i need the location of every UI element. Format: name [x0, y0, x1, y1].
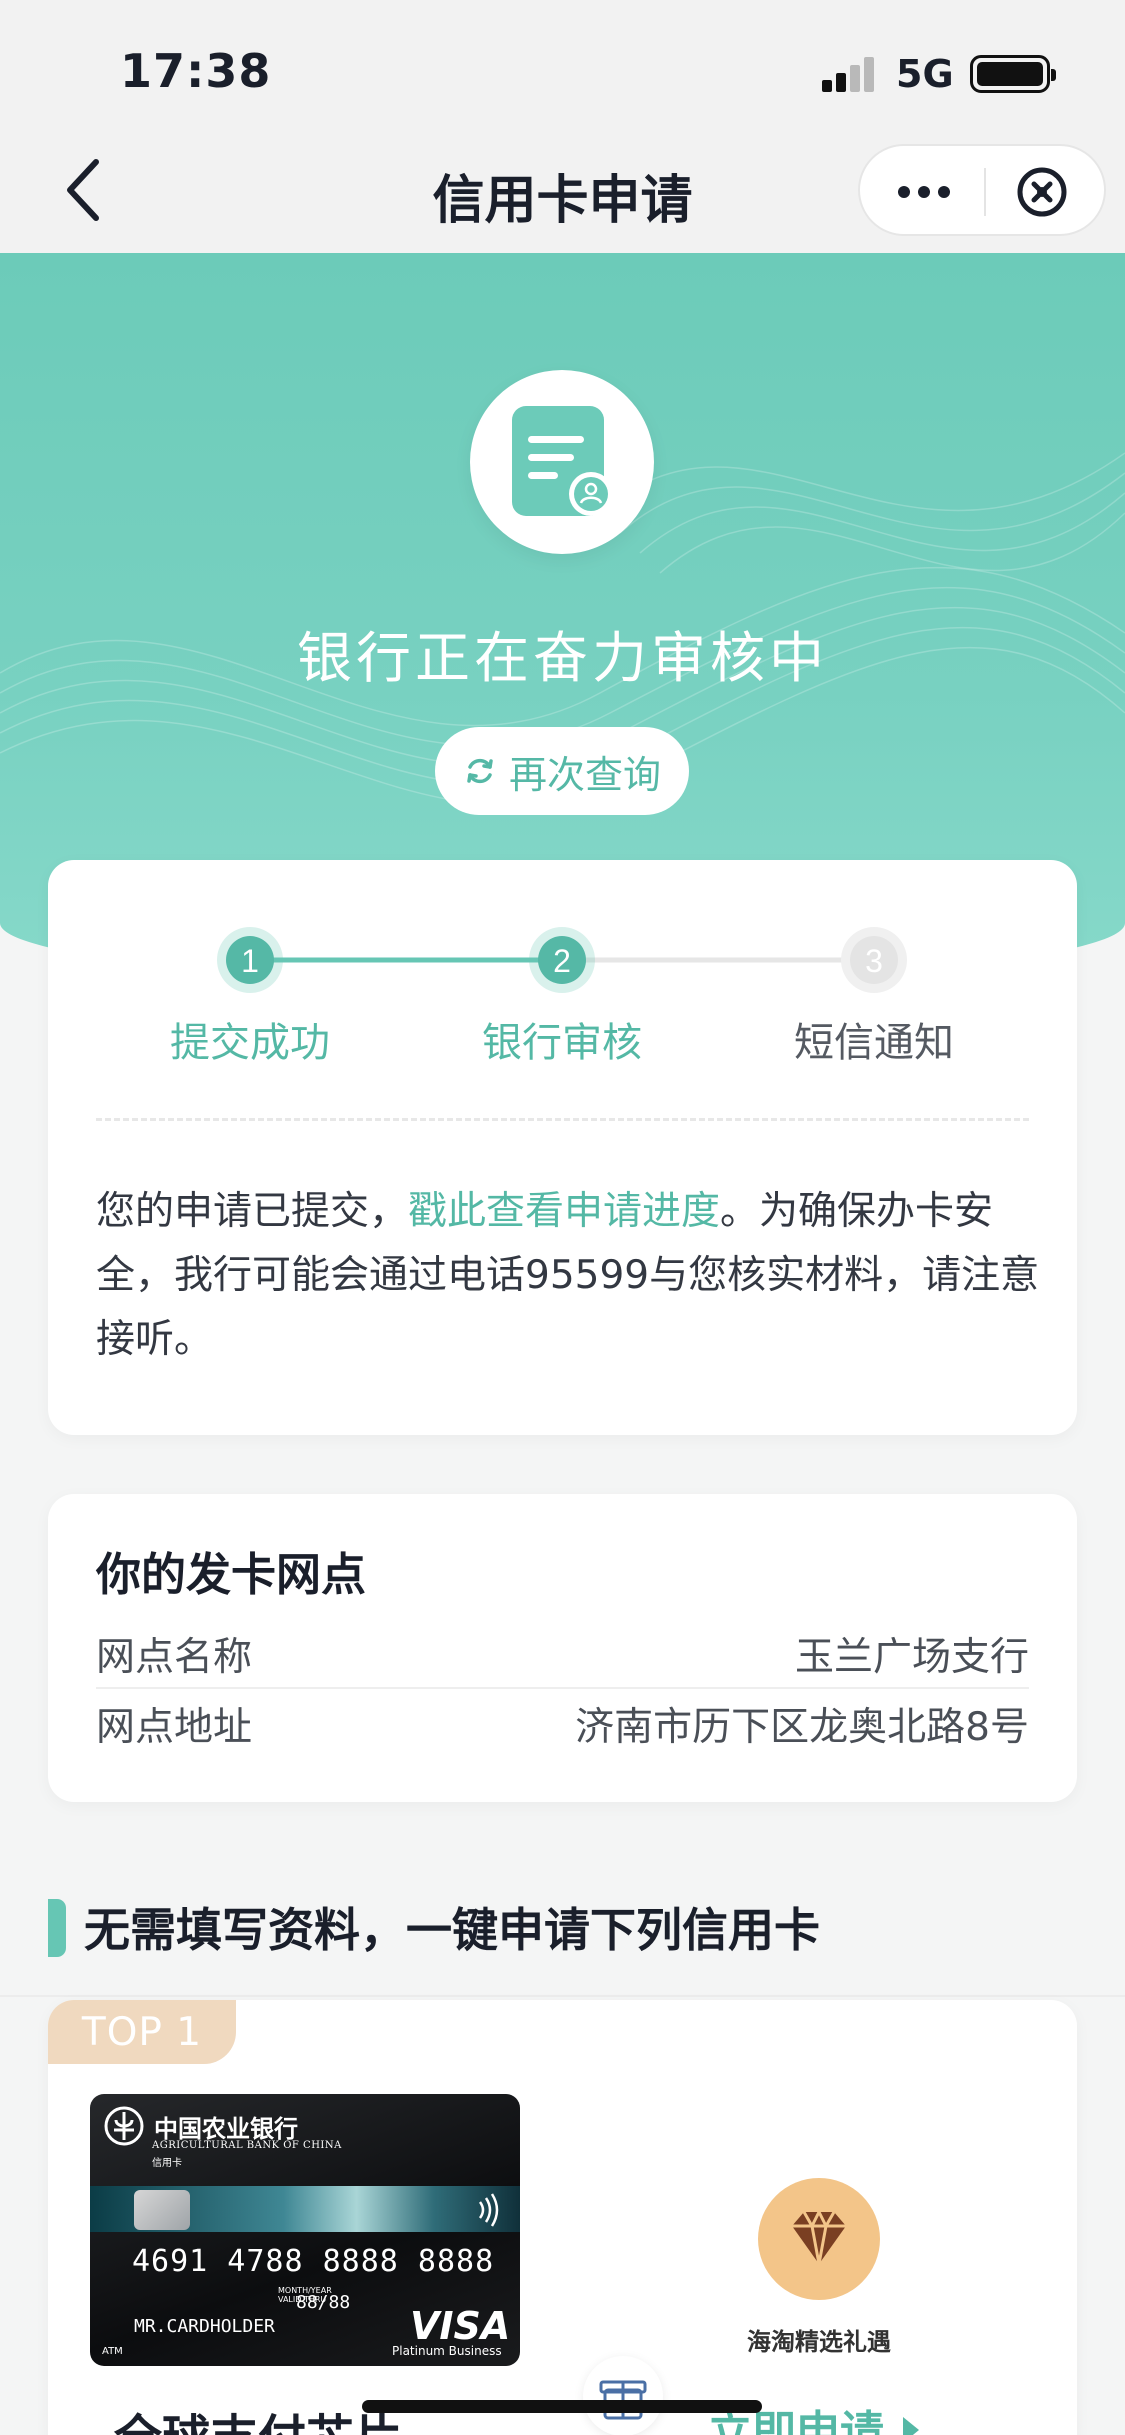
branch-name-row: 网点名称 玉兰广场支行 — [96, 1621, 1029, 1689]
visa-tier: Platinum Business — [392, 2344, 502, 2358]
gift-button[interactable] — [583, 2356, 663, 2435]
step-label-submitted: 提交成功 — [170, 1020, 330, 1066]
recommend-section-label: 无需填写资料，一键申请下列信用卡 — [84, 1903, 820, 1957]
step-label-bank-review: 银行审核 — [482, 1020, 642, 1066]
svg-text:2: 2 — [553, 943, 571, 979]
card-expiry: 88/88 — [296, 2292, 351, 2313]
atm-mark: ATM — [102, 2346, 123, 2357]
chip-icon — [134, 2190, 190, 2230]
branch-address-value: 济南市历下区龙奥北路8号 — [575, 1705, 1029, 1750]
requery-label: 再次查询 — [508, 752, 661, 797]
contactless-icon — [478, 2193, 499, 2227]
visa-logo: VISA — [410, 2304, 511, 2348]
svg-text:3: 3 — [865, 943, 883, 979]
document-user-icon — [512, 406, 613, 516]
close-button[interactable] — [1012, 162, 1072, 222]
more-button[interactable] — [882, 164, 966, 220]
credit-card-image: 中国农业银行 AGRICULTURAL BANK OF CHINA 信用卡 46… — [90, 2094, 520, 2366]
requery-button[interactable]: 再次查询 — [435, 727, 689, 815]
svg-text:1: 1 — [241, 943, 259, 979]
card-number: 4691 4788 8888 8888 — [132, 2244, 495, 2279]
section-separator — [0, 1995, 1125, 1997]
progress-stepper: 1 2 3 — [217, 927, 907, 993]
gift-icon — [599, 2380, 647, 2420]
step-marker-2: 2 — [529, 927, 595, 993]
card-holder: MR.CARDHOLDER — [134, 2316, 275, 2337]
capsule-divider — [984, 168, 986, 216]
refresh-icon — [467, 758, 493, 784]
dashed-divider — [96, 1118, 1029, 1121]
branch-card: 你的发卡网点 网点名称 玉兰广场支行 网点地址 济南市历下区龙奥北路8号 — [48, 1494, 1077, 1802]
diamond-icon — [792, 2208, 846, 2265]
arrow-right-icon — [903, 2417, 920, 2435]
network-type: 5G — [896, 52, 954, 96]
application-notice: 您的申请已提交，戳此查看申请进度。为确保办卡安全，我行可能会通过电话95599与… — [96, 1180, 1041, 1372]
recommend-section-title: 无需填写资料，一键申请下列信用卡 — [48, 1894, 820, 1960]
rank-badge: TOP 1 — [48, 2000, 236, 2064]
credit-card-offer[interactable]: TOP 1 中国农业银行 AGRICULTURAL BANK OF CHINA … — [48, 2000, 1077, 2435]
bank-english-name: AGRICULTURAL BANK OF CHINA — [152, 2140, 342, 2151]
signal-icon — [822, 56, 880, 92]
perk-badge — [758, 2178, 880, 2300]
more-dots-icon — [898, 186, 950, 198]
review-document-badge — [470, 370, 654, 554]
review-status-title: 银行正在奋力审核中 — [296, 626, 828, 690]
view-progress-link[interactable]: 戳此查看申请进度 — [408, 1189, 720, 1234]
mini-program-capsule — [858, 144, 1106, 236]
home-indicator — [362, 2400, 762, 2413]
close-circle-icon — [1017, 167, 1067, 217]
step-marker-1: 1 — [217, 927, 283, 993]
top-bar: 17:38 5G 信用卡申请 — [0, 0, 1125, 253]
branch-card-title: 你的发卡网点 — [96, 1548, 367, 1601]
branch-name-value: 玉兰广场支行 — [794, 1635, 1029, 1680]
progress-card: 1 2 3 提交成功 银行审核 短信通知 您的申请已提交，戳此查看申请进度。为确… — [48, 860, 1077, 1435]
step-label-sms-notice: 短信通知 — [794, 1020, 954, 1066]
step-marker-3: 3 — [841, 927, 907, 993]
status-time: 17:38 — [120, 44, 272, 98]
notice-prefix: 您的申请已提交， — [96, 1189, 409, 1234]
battery-icon — [970, 55, 1056, 93]
bank-card-type: 信用卡 — [152, 2158, 182, 2169]
card-product-name: 全球支付芯片 — [114, 2398, 402, 2435]
branch-address-row: 网点地址 济南市历下区龙奥北路8号 — [96, 1690, 1029, 1758]
perk-label: 海淘精选礼遇 — [747, 2328, 891, 2356]
bank-name: 中国农业银行 — [154, 2113, 298, 2143]
branch-name-label: 网点名称 — [96, 1635, 253, 1680]
branch-address-label: 网点地址 — [96, 1705, 253, 1750]
abc-bank-logo-icon — [104, 2106, 144, 2146]
